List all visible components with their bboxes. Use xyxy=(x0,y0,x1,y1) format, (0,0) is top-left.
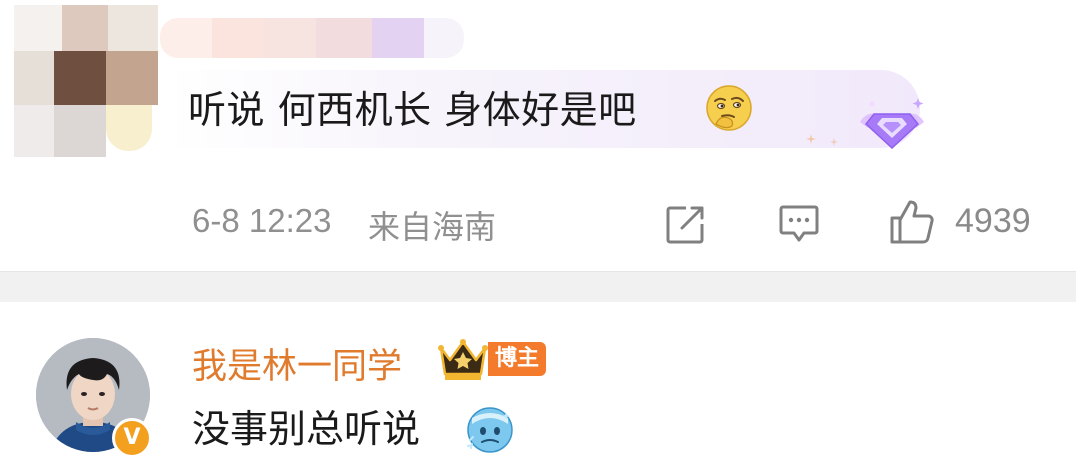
verified-badge: V xyxy=(112,418,152,458)
author-tag: 博主 xyxy=(488,342,546,376)
username[interactable]: 我是林一同学 xyxy=(192,338,402,389)
sparkle-icon xyxy=(806,134,816,144)
purple-gem-badge-icon xyxy=(860,98,924,150)
sparkle-icon xyxy=(830,138,838,146)
cold-face-emoji-icon xyxy=(467,407,513,453)
thumbs-up-icon[interactable] xyxy=(888,198,936,246)
comment-text: 没事别总听说 xyxy=(192,407,421,451)
comment-divider xyxy=(0,271,1076,302)
comment-location: 来自海南 xyxy=(368,208,497,246)
like-count: 4939 xyxy=(955,202,1031,240)
user-avatar-pixelated[interactable] xyxy=(14,5,164,165)
comment-timestamp: 6-8 12:23 xyxy=(192,202,332,239)
username-pixelated[interactable] xyxy=(160,12,470,64)
share-icon[interactable] xyxy=(664,204,706,246)
crown-icon xyxy=(438,339,488,380)
comment-icon[interactable] xyxy=(778,204,820,244)
thinking-emoji-icon xyxy=(706,85,752,131)
comment-text: 听说 何西机长 身体好是吧 xyxy=(188,88,637,132)
